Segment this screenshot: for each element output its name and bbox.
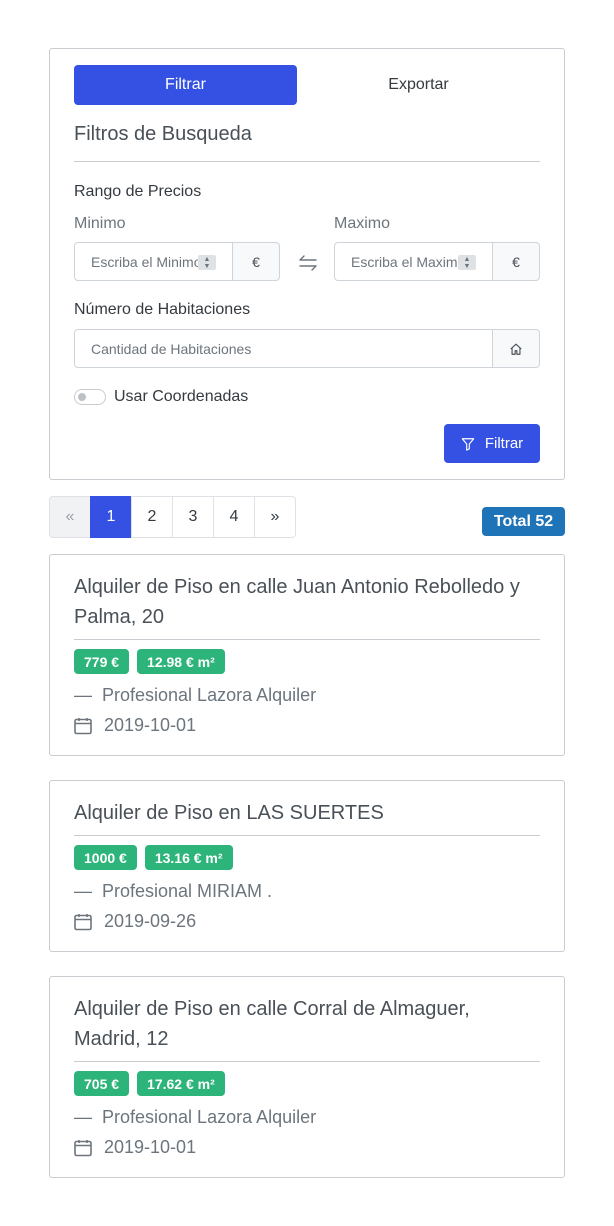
listing-date: 2019-10-01	[74, 1137, 196, 1158]
filter-card: Filtrar Exportar Filtros de Busqueda Ran…	[49, 48, 565, 480]
agent-name: Profesional Lazora Alquiler	[102, 685, 317, 705]
max-price-stepper[interactable]: ▲ ▼	[458, 255, 476, 270]
dash-icon: —	[74, 881, 92, 901]
rooms-placeholder: Cantidad de Habitaciones	[91, 340, 252, 357]
listing-card[interactable]: Alquiler de Piso en calle Juan Antonio R…	[49, 554, 565, 756]
dash-icon: —	[74, 685, 92, 705]
max-price-input[interactable]: Escriba el Maximo ▲ ▼	[334, 242, 493, 281]
coords-toggle[interactable]	[74, 389, 106, 405]
min-price-input[interactable]: Escriba el Minimo ▲ ▼	[74, 242, 233, 281]
listing-badges: 1000 € 13.16 € m²	[74, 845, 233, 870]
home-icon-addon	[493, 329, 540, 368]
dash-icon: —	[74, 1107, 92, 1127]
divider	[74, 835, 540, 836]
min-currency-addon: €	[233, 242, 280, 281]
price-badge: 705 €	[74, 1071, 130, 1096]
calendar-icon	[74, 717, 92, 734]
price-per-m2-badge: 17.62 € m²	[137, 1071, 225, 1096]
date-value: 2019-10-01	[104, 1137, 197, 1157]
calendar-icon	[74, 913, 92, 930]
agent-name: Profesional MIRIAM .	[102, 881, 273, 901]
listing-title[interactable]: Alquiler de Piso en calle Corral de Alma…	[74, 994, 540, 1054]
agent-name: Profesional Lazora Alquiler	[102, 1107, 317, 1127]
listing-agent: — Profesional MIRIAM .	[74, 881, 272, 902]
divider	[74, 1061, 540, 1062]
listing-agent: — Profesional Lazora Alquiler	[74, 685, 316, 706]
pagination: « 1 2 3 4 »	[49, 496, 296, 538]
listing-card[interactable]: Alquiler de Piso en LAS SUERTES 1000 € 1…	[49, 780, 565, 952]
listing-badges: 779 € 12.98 € m²	[74, 649, 225, 674]
divider	[74, 161, 540, 162]
tab-filter[interactable]: Filtrar	[74, 65, 297, 105]
price-per-m2-badge: 12.98 € m²	[137, 649, 225, 674]
max-price-group: Escriba el Maximo ▲ ▼ €	[334, 242, 540, 281]
page-4[interactable]: 4	[213, 496, 255, 538]
rooms-input[interactable]: Cantidad de Habitaciones	[74, 329, 493, 368]
listing-date: 2019-09-26	[74, 911, 196, 932]
listing-title[interactable]: Alquiler de Piso en calle Juan Antonio R…	[74, 572, 540, 632]
home-icon	[510, 343, 522, 355]
filter-tabs: Filtrar Exportar	[74, 65, 540, 105]
listing-badges: 705 € 17.62 € m²	[74, 1071, 225, 1096]
min-price-placeholder: Escriba el Minimo	[91, 253, 199, 270]
listing-card[interactable]: Alquiler de Piso en calle Corral de Alma…	[49, 976, 565, 1178]
date-value: 2019-10-01	[104, 715, 197, 735]
rooms-group: Cantidad de Habitaciones	[74, 329, 540, 368]
page-prev[interactable]: «	[49, 496, 91, 538]
listing-title[interactable]: Alquiler de Piso en LAS SUERTES	[74, 798, 540, 828]
filter-submit-button[interactable]: Filtrar	[444, 424, 540, 463]
max-price-placeholder: Escriba el Maximo	[351, 253, 459, 270]
rooms-label: Número de Habitaciones	[74, 301, 251, 318]
price-badge: 779 €	[74, 649, 130, 674]
max-label: Maximo	[334, 215, 391, 232]
date-value: 2019-09-26	[104, 911, 197, 931]
divider	[74, 639, 540, 640]
price-per-m2-badge: 13.16 € m²	[144, 845, 233, 870]
min-price-stepper[interactable]: ▲ ▼	[198, 255, 216, 270]
page-next[interactable]: »	[254, 496, 296, 538]
page-1[interactable]: 1	[90, 496, 132, 538]
page-3[interactable]: 3	[172, 496, 214, 538]
max-currency-addon: €	[493, 242, 540, 281]
page-2[interactable]: 2	[131, 496, 173, 538]
tab-export[interactable]: Exportar	[307, 65, 530, 105]
coords-label: Usar Coordenadas	[114, 388, 249, 405]
filters-title: Filtros de Busqueda	[74, 123, 252, 145]
calendar-icon	[74, 1139, 92, 1156]
filter-icon	[461, 437, 475, 451]
listing-date: 2019-10-01	[74, 715, 196, 736]
price-badge: 1000 €	[74, 845, 137, 870]
swap-icon[interactable]	[298, 253, 318, 273]
min-label: Minimo	[74, 215, 126, 232]
listing-agent: — Profesional Lazora Alquiler	[74, 1107, 316, 1128]
price-range-label: Rango de Precios	[74, 183, 202, 200]
filter-submit-label: Filtrar	[484, 435, 524, 452]
min-price-group: Escriba el Minimo ▲ ▼ €	[74, 242, 280, 281]
total-badge: Total 52	[482, 507, 565, 536]
